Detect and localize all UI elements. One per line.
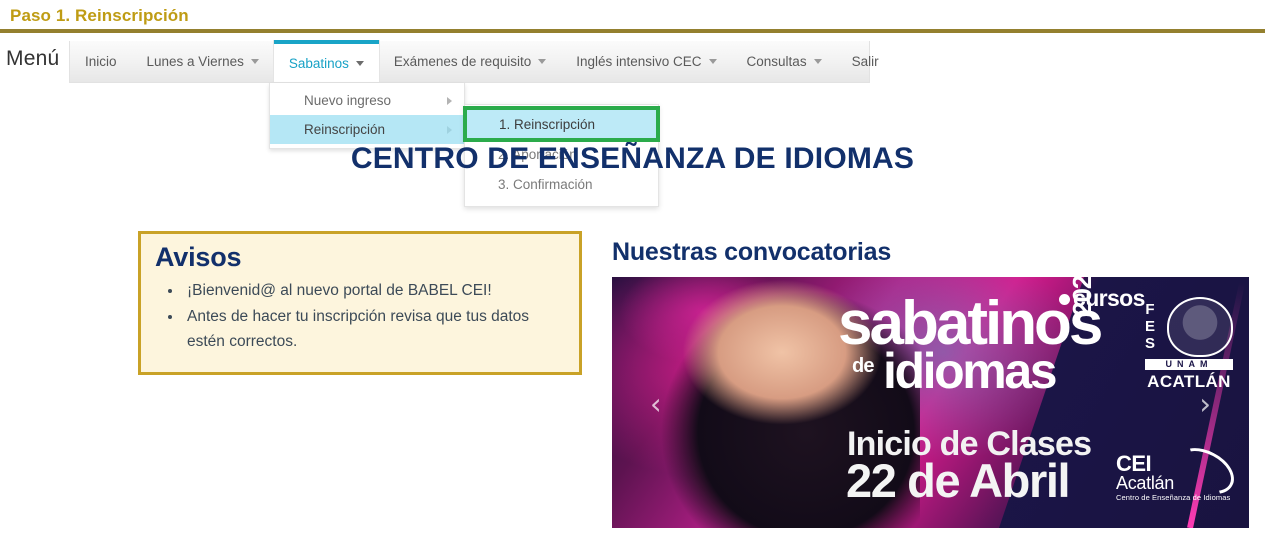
nav-item-label: Lunes a Viernes (146, 54, 244, 69)
avisos-title: Avisos (155, 242, 242, 272)
cei-tagline-text: Centro de Enseñanza de Idiomas (1116, 493, 1231, 502)
carousel-prev-icon[interactable]: ‹ (650, 390, 662, 419)
page-step-title: Paso 1. Reinscripción (10, 6, 189, 25)
unam-seal-icon (1167, 297, 1233, 357)
nav-item-label: Salir (851, 54, 879, 69)
dropdown-item-label: Reinscripción (304, 122, 386, 137)
nav-item-sabatinos[interactable]: Sabatinos (273, 40, 379, 82)
chevron-right-icon (447, 96, 452, 105)
main-navbar: Inicio Lunes a Viernes Sabatinos Exámene… (69, 40, 879, 83)
nav-item-salir[interactable]: Salir (837, 41, 894, 82)
list-item: Antes de hacer tu inscripción revisa que… (183, 304, 565, 354)
chevron-down-icon (813, 59, 822, 64)
banner-idiomas-text: idiomas (883, 343, 1058, 399)
list-item: ¡Bienvenid@ al nuevo portal de BABEL CEI… (183, 278, 565, 303)
dropdown-item-reinscripcion[interactable]: Reinscripción (270, 115, 464, 144)
banner-year-text: 2023-2 (1067, 277, 1097, 316)
avisos-list: ¡Bienvenid@ al nuevo portal de BABEL CEI… (155, 278, 565, 354)
nav-item-label: Consultas (746, 54, 807, 69)
menu-label: Menú (6, 47, 60, 70)
nav-item-label: Inicio (85, 54, 117, 69)
sabatinos-dropdown-menu: Nuevo ingreso Reinscripción (269, 83, 465, 149)
nav-item-ingles-intensivo-cec[interactable]: Inglés intensivo CEC (561, 41, 731, 82)
convocatorias-carousel[interactable]: cursos sabatinos de idiomas 2023-2 Inici… (612, 277, 1249, 528)
nav-item-label: Exámenes de requisito (393, 54, 532, 69)
nav-item-consultas[interactable]: Consultas (732, 41, 837, 82)
convocatorias-title: Nuestras convocatorias (612, 238, 892, 266)
chevron-down-icon (538, 59, 547, 64)
carousel-next-icon[interactable]: › (1199, 390, 1211, 419)
cei-acatlan-logo: CEI Acatlán Centro de Enseñanza de Idiom… (1116, 438, 1242, 504)
banner-de-text: de (852, 355, 875, 377)
page-title: CENTRO DE ENSEÑANZA DE IDIOMAS (350, 142, 915, 175)
nav-item-examenes-de-requisito[interactable]: Exámenes de requisito (379, 41, 561, 82)
nav-item-lunes-a-viernes[interactable]: Lunes a Viernes (132, 41, 274, 82)
nav-item-inicio[interactable]: Inicio (70, 41, 132, 82)
acatlan-text: ACATLÁN (1147, 372, 1231, 391)
avisos-panel: Avisos ¡Bienvenid@ al nuevo portal de BA… (138, 231, 582, 375)
chevron-down-icon (355, 60, 364, 66)
dropdown-item-label: Nuevo ingreso (304, 93, 392, 108)
chevron-down-icon (708, 59, 717, 64)
banner-fecha-text: 22 de Abril (846, 454, 1071, 507)
fes-letters-text: FES (1145, 301, 1156, 352)
step-header: Paso 1. Reinscripción (0, 0, 1265, 33)
nav-item-label: Sabatinos (288, 55, 349, 71)
submenu-item-label: 3. Confirmación (498, 176, 593, 192)
submenu-item-label: 1. Reinscripción (499, 116, 596, 132)
submenu-item-1-reinscripcion[interactable]: 1. Reinscripción (463, 106, 660, 142)
chevron-right-icon (447, 125, 452, 134)
chevron-down-icon (250, 59, 259, 64)
dropdown-item-nuevo-ingreso[interactable]: Nuevo ingreso (270, 86, 464, 115)
nav-item-label: Inglés intensivo CEC (576, 54, 702, 69)
unam-text: UNAM (1145, 359, 1233, 370)
